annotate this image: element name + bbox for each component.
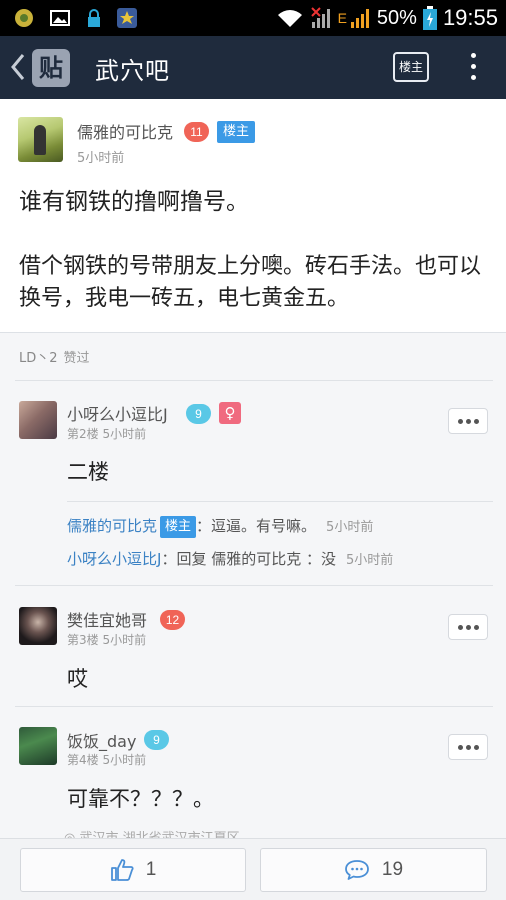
- network-type-label: E: [337, 10, 347, 26]
- liked-users[interactable]: LD丶2: [19, 351, 58, 366]
- op-tag: 楼主: [217, 121, 255, 143]
- only-op-button[interactable]: 楼主: [393, 52, 429, 82]
- back-arrow-icon[interactable]: [10, 52, 26, 82]
- comment-button[interactable]: 19: [260, 848, 487, 892]
- reply-meta: 第3楼 5小时前: [67, 631, 146, 648]
- star-app-icon: [117, 8, 137, 28]
- location-text: ◎ 武汉市 湖北省武汉市江夏区: [64, 827, 240, 838]
- reply-more-button[interactable]: [448, 734, 488, 760]
- reply-username[interactable]: 小呀么小逗比J: [67, 401, 168, 425]
- floor-number: 第4楼: [67, 753, 99, 767]
- divider: [67, 501, 493, 502]
- liked-label: 赞过: [63, 351, 90, 366]
- reply-username[interactable]: 饭饭_day: [67, 728, 136, 752]
- reply-more-button[interactable]: [448, 408, 488, 434]
- sub-reply-username[interactable]: 小呀么小逗比J: [67, 550, 161, 568]
- signal-icon: [310, 7, 330, 28]
- level-badge: 11: [184, 122, 209, 142]
- battery-percent: 50%: [376, 6, 417, 29]
- reply-content: 二楼: [67, 460, 109, 484]
- divider: [15, 585, 493, 586]
- comment-icon: [345, 860, 369, 880]
- level-badge: 9: [186, 404, 211, 424]
- like-count: 1: [145, 859, 157, 880]
- avatar[interactable]: [19, 607, 57, 645]
- op-tag: 楼主: [160, 516, 197, 538]
- op-username[interactable]: 儒雅的可比克: [77, 119, 173, 143]
- like-button[interactable]: 1: [20, 848, 246, 892]
- female-icon: ♀: [219, 402, 241, 424]
- reply-username[interactable]: 樊佳宜她哥: [67, 607, 147, 631]
- thumbs-up-icon: [110, 859, 134, 881]
- status-bar: E 50% 19:55: [0, 0, 506, 36]
- sub-reply[interactable]: 儒雅的可比克 楼主 ：逗逼。有号嘛。 5小时前: [67, 515, 373, 538]
- forum-title[interactable]: 武穴吧: [95, 51, 170, 86]
- post-time: 5小时前: [77, 151, 125, 166]
- lock-icon: [88, 9, 100, 27]
- wifi-icon: [277, 10, 302, 27]
- sub-reply[interactable]: 小呀么小逗比J：回复 儒雅的可比克 ：没 5小时前: [67, 548, 393, 569]
- battery-icon: [422, 6, 437, 30]
- post-title: 谁有钢铁的撸啊撸号。: [19, 189, 249, 215]
- sub-reply-username[interactable]: 儒雅的可比克: [67, 517, 157, 535]
- sub-reply-time: 5小时前: [326, 520, 374, 535]
- level-badge: 9: [144, 730, 169, 750]
- reply-content: 可靠不？？？。: [67, 787, 214, 811]
- gallery-icon: [50, 10, 70, 26]
- app-icon: [15, 9, 33, 27]
- divider: [15, 706, 493, 707]
- more-options-icon[interactable]: [465, 50, 481, 86]
- comment-count: 19: [381, 859, 404, 880]
- post-body: 借个钢铁的号带朋友上分噢。砖石手法。也可以换号，我电一砖五，电七黄金五。: [19, 254, 482, 311]
- avatar[interactable]: [19, 401, 57, 439]
- divider: [15, 380, 493, 381]
- level-badge: 12: [160, 610, 185, 630]
- reply-meta: 第4楼 5小时前: [67, 751, 146, 768]
- floor-number: 第3楼: [67, 633, 99, 647]
- sub-reply-text: ：逗逼。有号嘛。: [196, 517, 317, 535]
- reply-time: 5小时前: [102, 427, 147, 441]
- reply-list: LD丶2 赞过 小呀么小逗比J 9 ♀ 第2楼 5小时前 二楼 儒雅的可比克 楼主：…: [0, 333, 506, 838]
- reply-content: 哎: [67, 667, 88, 691]
- reply-time: 5小时前: [102, 753, 147, 767]
- signal-icon: [350, 9, 369, 28]
- avatar[interactable]: [18, 117, 63, 162]
- bottom-action-bar: 1 19: [0, 838, 506, 900]
- likes-row: LD丶2 赞过: [19, 347, 90, 366]
- top-nav-bar: 贴 武穴吧 楼主: [0, 36, 506, 99]
- clock: 19:55: [442, 5, 498, 30]
- tieba-logo[interactable]: 贴: [32, 49, 70, 87]
- sub-reply-time: 5小时前: [345, 553, 394, 568]
- reply-meta: 第2楼 5小时前: [67, 425, 146, 442]
- reply-time: 5小时前: [102, 633, 147, 647]
- sub-reply-text: ：回复 儒雅的可比克 ：没: [161, 550, 336, 568]
- reply-more-button[interactable]: [448, 614, 488, 640]
- avatar[interactable]: [19, 727, 57, 765]
- floor-number: 第2楼: [67, 427, 99, 441]
